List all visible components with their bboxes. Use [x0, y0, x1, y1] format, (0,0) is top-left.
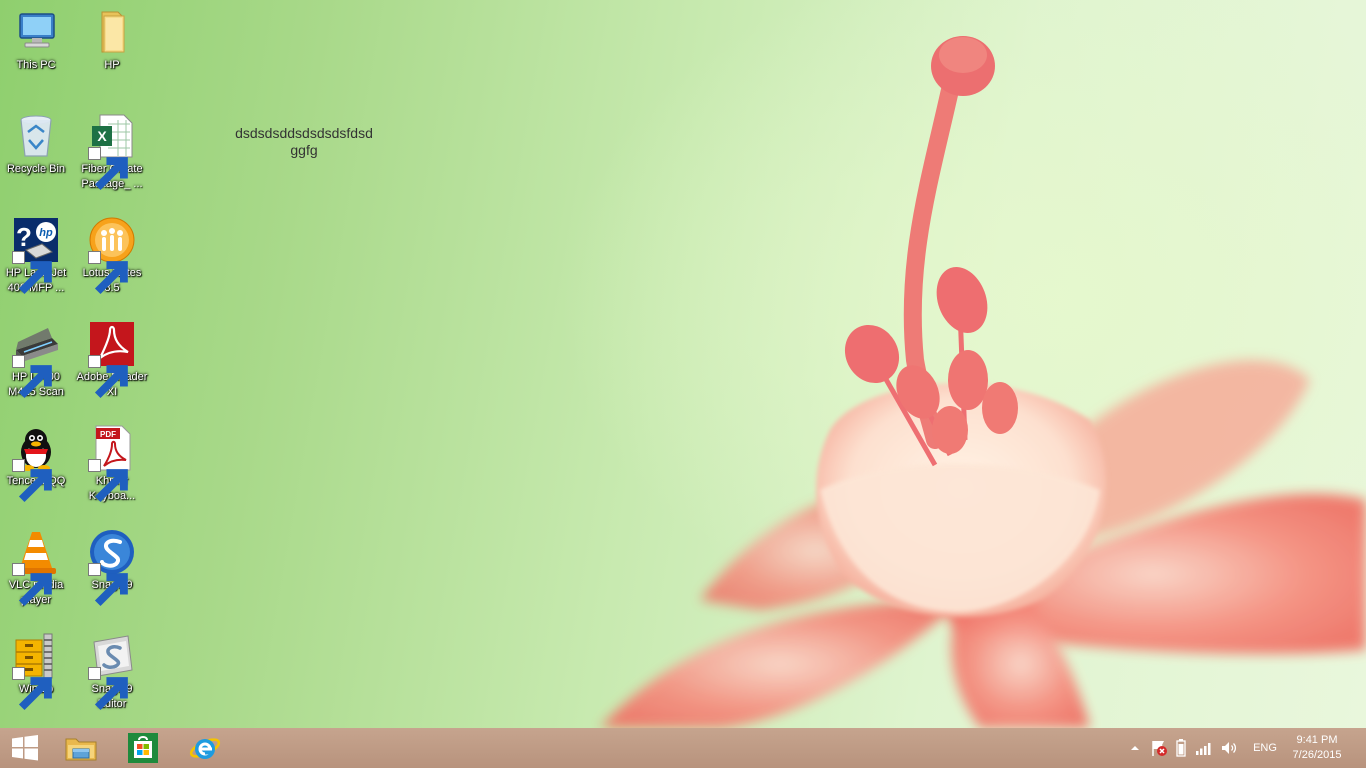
desktop-icon-snagit-editor[interactable]: SnagIt 9 Editor	[76, 632, 148, 712]
file-explorer-button[interactable]	[56, 728, 106, 768]
network-signal-icon	[1196, 743, 1211, 755]
desktop-icon-snagit[interactable]: SnagIt 9	[76, 528, 148, 607]
desktop-icon-label: This PC	[16, 59, 56, 71]
system-tray: ENG 9:41 PM 7/26/2015	[1126, 728, 1366, 768]
desktop-icon-vlc[interactable]: VLC media player	[0, 528, 72, 608]
store-button[interactable]	[118, 728, 168, 768]
action-center-flag-icon	[1152, 741, 1167, 756]
shortcut-arrow-icon	[88, 147, 128, 191]
svg-text:hp: hp	[39, 227, 53, 239]
start-icon	[12, 735, 38, 761]
shortcut-arrow-icon	[12, 459, 52, 503]
shortcut-arrow-icon	[12, 355, 52, 399]
clock-time: 9:41 PM	[1296, 734, 1338, 746]
shortcut-arrow-icon	[88, 667, 128, 711]
show-hidden-icons-button[interactable]	[1126, 728, 1144, 768]
battery-icon	[1176, 739, 1186, 757]
desktop-text-note-line: dsdsdsddsdsdsdsfdsd	[235, 125, 373, 141]
wallpaper-flower-art	[600, 36, 1366, 728]
store-icon	[128, 733, 158, 763]
shortcut-arrow-icon	[12, 251, 52, 295]
desktop-icon-recycle-bin[interactable]: Recycle Bin	[0, 112, 72, 177]
svg-text:?: ?	[16, 222, 32, 252]
desktop-icon-hp-folder[interactable]: HP	[76, 8, 148, 73]
battery-button[interactable]	[1172, 728, 1190, 768]
action-center-button[interactable]	[1148, 728, 1170, 768]
this-pc-icon	[19, 13, 55, 48]
desktop-icon-hp-scan[interactable]: HP LJ400 M425 Scan	[0, 320, 72, 400]
desktop-icon-label: Recycle Bin	[6, 163, 66, 175]
shortcut-arrow-icon	[88, 251, 128, 295]
desktop-text-note[interactable]: dsdsdsddsdsdsdsfdsd ggfg	[218, 125, 390, 159]
clock[interactable]: 9:41 PM 7/26/2015	[1282, 733, 1352, 763]
desktop-icon-this-pc[interactable]: This PC	[0, 8, 72, 73]
input-language-indicator[interactable]: ENG	[1248, 728, 1282, 768]
folder-icon	[101, 11, 125, 53]
desktop-icon-fiber-create-package[interactable]: X Fiber Create Package_ ...	[76, 112, 148, 192]
network-button[interactable]	[1192, 728, 1216, 768]
volume-icon	[1222, 742, 1237, 754]
shortcut-arrow-icon	[88, 355, 128, 399]
desktop-icon-winzip[interactable]: WinZip	[0, 632, 72, 711]
desktop-icon-label: HP	[104, 59, 120, 71]
desktop-text-note-line: ggfg	[290, 142, 318, 158]
recycle-bin-icon	[20, 115, 52, 157]
desktop-icon-khmer-keyboard[interactable]: PDF Khmer Keyboa...	[76, 424, 148, 504]
internet-explorer-button[interactable]	[180, 728, 230, 768]
desktop[interactable]: This PC HP Recycle Bin X Fiber Create Pa…	[0, 0, 1366, 728]
taskbar: ENG 9:41 PM 7/26/2015	[0, 728, 1366, 768]
file-explorer-icon	[65, 738, 97, 761]
shortcut-arrow-icon	[88, 459, 128, 503]
desktop-icon-hp-laserjet[interactable]: ? hp HP LaserJet 400 MFP ...	[0, 216, 72, 296]
svg-text:PDF: PDF	[100, 430, 116, 439]
start-button[interactable]	[0, 728, 50, 768]
volume-button[interactable]	[1218, 728, 1240, 768]
shortcut-arrow-icon	[88, 563, 128, 607]
shortcut-arrow-icon	[12, 667, 52, 711]
clock-date: 7/26/2015	[1292, 749, 1342, 761]
desktop-icon-lotus-notes[interactable]: Lotus Notes 8.5	[76, 216, 148, 296]
internet-explorer-icon	[189, 738, 221, 759]
desktop-icon-tencent-qq[interactable]: Tencent QQ	[0, 424, 72, 503]
desktop-icon-adobe-reader[interactable]: Adobe Reader XI	[76, 320, 148, 400]
show-hidden-icons-chevron	[1131, 746, 1139, 750]
shortcut-arrow-icon	[12, 563, 52, 607]
svg-text:X: X	[97, 128, 107, 144]
